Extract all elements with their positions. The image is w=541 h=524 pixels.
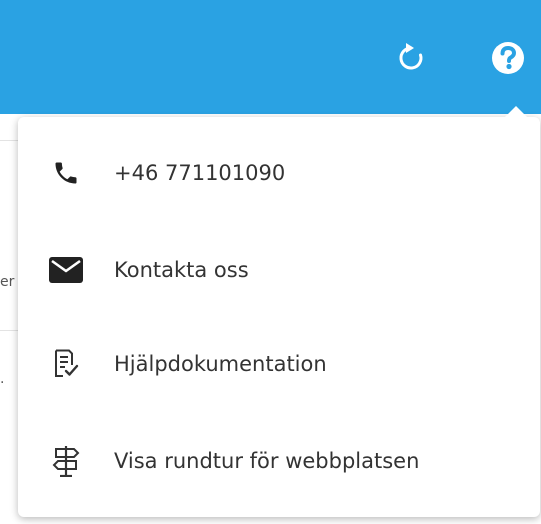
menu-item-site-tour[interactable]: Visa rundtur för webbplatsen [18, 426, 540, 496]
phone-number-label: +46 771101090 [114, 161, 286, 185]
site-tour-label: Visa rundtur för webbplatsen [114, 449, 420, 473]
document-check-icon [52, 349, 80, 378]
signpost-icon [52, 446, 80, 477]
help-dropdown-menu: +46 771101090 Kontakta oss Hjälpdokument… [18, 106, 540, 517]
menu-item-phone[interactable]: +46 771101090 [18, 138, 540, 208]
phone-icon [52, 159, 80, 187]
background-text-fragment: er [0, 274, 15, 290]
contact-us-label: Kontakta oss [114, 258, 249, 282]
dropdown-caret [504, 106, 528, 118]
background-divider [0, 140, 20, 141]
help-button[interactable] [488, 40, 528, 80]
background-divider [0, 330, 20, 331]
menu-item-contact-us[interactable]: Kontakta oss [18, 235, 540, 305]
question-circle-icon [491, 41, 525, 79]
app-root: er . +46 771101090 Kontakta oss Hjälpdok… [0, 0, 541, 524]
envelope-icon [49, 256, 83, 284]
refresh-button[interactable] [391, 40, 431, 80]
top-bar [0, 0, 541, 114]
refresh-icon [397, 43, 425, 77]
help-docs-label: Hjälpdokumentation [114, 352, 327, 376]
background-text-fragment: . [0, 371, 5, 387]
menu-item-help-docs[interactable]: Hjälpdokumentation [18, 329, 540, 399]
